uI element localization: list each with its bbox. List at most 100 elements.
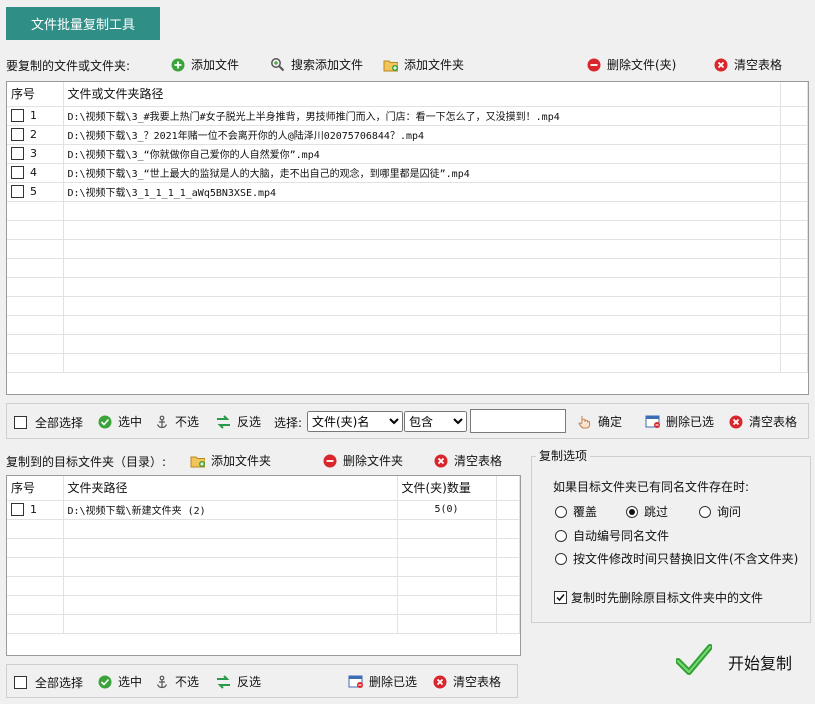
- table-empty-row: [7, 277, 808, 297]
- close-circle-icon: [432, 674, 447, 689]
- row-index: 1: [30, 108, 37, 122]
- table-row[interactable]: 1 D:\视频下载\新建文件夹 (2) 5(0): [7, 500, 520, 520]
- table-row[interactable]: 4 D:\视频下载\3_“世上最大的监狱是人的大脑，走不出自己的观念，到哪里都是囚…: [7, 163, 808, 183]
- delete-folder-button[interactable]: 删除文件夹: [322, 452, 403, 469]
- checkbox-icon: [14, 676, 27, 689]
- table-empty-row: [7, 557, 520, 577]
- row-path: D:\视频下载\3_？2021年赌一位不会离开你的人@陆泽川0207570684…: [63, 125, 781, 145]
- column-header-count[interactable]: 文件(夹)数量: [397, 476, 497, 501]
- table-empty-row: [7, 353, 808, 373]
- close-circle-icon: [433, 453, 448, 468]
- source-file-table[interactable]: 序号 文件或文件夹路径 1 D:\视频下载\3_#我要上热门#女子脱光上半身推背，…: [6, 81, 809, 395]
- filter-input[interactable]: [470, 409, 566, 433]
- minus-circle-icon: [586, 57, 601, 72]
- target-delete-selected-button[interactable]: 删除已选: [348, 673, 417, 690]
- hand-pointer-icon: [577, 414, 592, 429]
- row-count: 5(0): [397, 500, 497, 520]
- radio-icon: [699, 505, 711, 518]
- table-row[interactable]: 5 D:\视频下载\3_1_1_1_1_aWq5BN3XSE.mp4: [7, 182, 808, 202]
- search-add-file-button[interactable]: 搜索添加文件: [270, 56, 363, 73]
- close-circle-icon: [713, 57, 728, 72]
- match-select[interactable]: 包含: [404, 411, 467, 432]
- row-index: 3: [30, 146, 37, 160]
- ask-radio[interactable]: 询问: [699, 503, 741, 520]
- anchor-icon: [154, 674, 169, 689]
- confirm-button[interactable]: 确定: [577, 413, 622, 430]
- row-checkbox[interactable]: [11, 503, 24, 517]
- row-checkbox[interactable]: [11, 166, 24, 180]
- check-circle-icon: [97, 414, 112, 429]
- target-select-button[interactable]: 选中: [97, 673, 142, 690]
- radio-selected-icon: [626, 505, 638, 518]
- copy-options-title: 复制选项: [536, 447, 591, 464]
- column-header-index[interactable]: 序号: [7, 82, 64, 107]
- checkbox-checked-icon: [554, 591, 567, 604]
- check-circle-icon: [97, 674, 112, 689]
- table-empty-row: [7, 576, 520, 596]
- radio-icon: [555, 529, 567, 542]
- column-header-folder-path[interactable]: 文件夹路径: [63, 476, 398, 501]
- app-title-tab[interactable]: 文件批量复制工具: [6, 7, 160, 40]
- swap-icon: [216, 674, 231, 689]
- table-empty-row: [7, 296, 808, 316]
- column-header-index[interactable]: 序号: [7, 476, 64, 501]
- checkbox-icon: [14, 416, 27, 429]
- close-circle-icon: [728, 414, 743, 429]
- table-empty-row: [7, 315, 808, 335]
- table-empty-row: [7, 258, 808, 278]
- table-empty-row: [7, 239, 808, 259]
- add-file-button[interactable]: 添加文件: [170, 56, 239, 73]
- target-add-folder-button[interactable]: 添加文件夹: [190, 452, 271, 469]
- delete-before-copy-checkbox[interactable]: 复制时先删除原目标文件夹中的文件: [554, 589, 763, 606]
- select-button[interactable]: 选中: [97, 413, 142, 430]
- anchor-icon: [154, 414, 169, 429]
- search-icon: [270, 57, 285, 72]
- delete-selected-button[interactable]: 删除已选: [645, 413, 714, 430]
- row-path: D:\视频下载\3_1_1_1_1_aWq5BN3XSE.mp4: [63, 182, 781, 202]
- column-header-path[interactable]: 文件或文件夹路径: [63, 82, 781, 107]
- target-clear-table-button[interactable]: 清空表格: [433, 452, 502, 469]
- window-delete-icon: [645, 414, 660, 429]
- row-path: D:\视频下载\3_#我要上热门#女子脱光上半身推背，男技师推门而入，门店：看一…: [63, 106, 781, 126]
- table-empty-row: [7, 201, 808, 221]
- swap-icon: [216, 414, 231, 429]
- target-label: 复制到的目标文件夹（目录）:: [6, 455, 167, 469]
- target-invert-button[interactable]: 反选: [216, 673, 261, 690]
- folder-add-icon: [383, 57, 398, 72]
- target-clear-table-bottom-button[interactable]: 清空表格: [432, 673, 501, 690]
- row-checkbox[interactable]: [11, 109, 24, 123]
- target-select-all-checkbox[interactable]: 全部选择: [14, 674, 83, 691]
- target-folder-table[interactable]: 序号 文件夹路径 文件(夹)数量 1 D:\视频下载\新建文件夹 (2) 5(0): [6, 475, 521, 656]
- row-checkbox[interactable]: [11, 185, 24, 199]
- table-empty-row: [7, 334, 808, 354]
- table-row[interactable]: 3 D:\视频下载\3_“你就做你自己爱你的人自然爱你”.mp4: [7, 144, 808, 164]
- table-row[interactable]: 1 D:\视频下载\3_#我要上热门#女子脱光上半身推背，男技师推门而入，门店：看…: [7, 106, 808, 126]
- table-empty-row: [7, 220, 808, 240]
- delete-file-button[interactable]: 删除文件(夹): [586, 56, 676, 73]
- target-unselect-button[interactable]: 不选: [154, 673, 199, 690]
- source-label: 要复制的文件或文件夹:: [6, 59, 131, 73]
- overwrite-radio[interactable]: 覆盖: [555, 503, 597, 520]
- folder-add-icon: [190, 453, 205, 468]
- clear-table-button[interactable]: 清空表格: [713, 56, 782, 73]
- table-empty-row: [7, 614, 520, 634]
- row-index: 5: [30, 184, 37, 198]
- replace-older-radio[interactable]: 按文件修改时间只替换旧文件(不含文件夹): [555, 550, 798, 567]
- clear-table-bottom-button[interactable]: 清空表格: [728, 413, 797, 430]
- auto-rename-radio[interactable]: 自动编号同名文件: [555, 527, 669, 544]
- row-folder-path: D:\视频下载\新建文件夹 (2): [63, 500, 398, 520]
- table-empty-row: [7, 538, 520, 558]
- radio-icon: [555, 505, 567, 518]
- start-copy-button[interactable]: 开始复制: [675, 643, 792, 680]
- unselect-button[interactable]: 不选: [154, 413, 199, 430]
- invert-button[interactable]: 反选: [216, 413, 261, 430]
- select-all-checkbox[interactable]: 全部选择: [14, 414, 83, 431]
- row-checkbox[interactable]: [11, 128, 24, 142]
- add-folder-button[interactable]: 添加文件夹: [383, 56, 464, 73]
- row-checkbox[interactable]: [11, 147, 24, 161]
- row-path: D:\视频下载\3_“世上最大的监狱是人的大脑，走不出自己的观念，到哪里都是囚徒…: [63, 163, 781, 183]
- table-row[interactable]: 2 D:\视频下载\3_？2021年赌一位不会离开你的人@陆泽川020757068…: [7, 125, 808, 145]
- row-path: D:\视频下载\3_“你就做你自己爱你的人自然爱你”.mp4: [63, 144, 781, 164]
- field-select[interactable]: 文件(夹)名: [307, 411, 403, 432]
- skip-radio[interactable]: 跳过: [626, 503, 668, 520]
